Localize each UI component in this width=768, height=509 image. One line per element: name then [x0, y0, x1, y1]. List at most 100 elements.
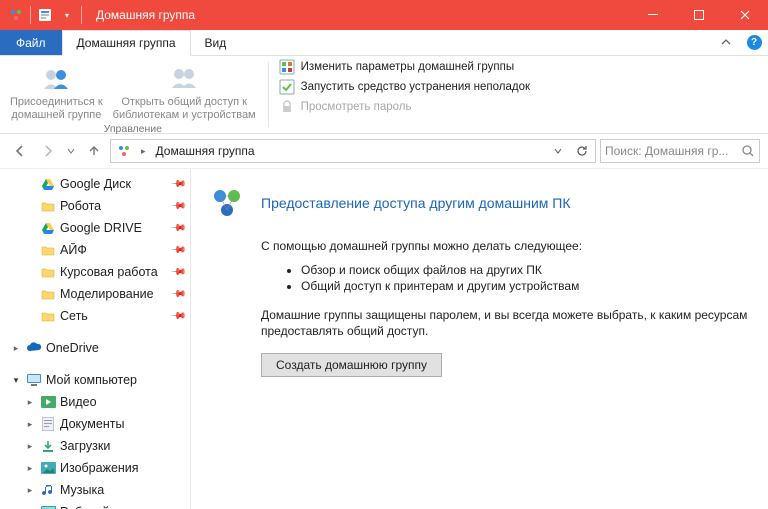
expander-icon[interactable]: ▸ [24, 396, 36, 408]
expander-icon[interactable]: ▾ [10, 374, 22, 386]
expander-icon[interactable]: ▸ [24, 418, 36, 430]
troubleshoot-label: Запустить средство устранения неполадок [301, 81, 530, 93]
share-libraries-icon [168, 62, 200, 94]
ribbon-group-manage: Присоединиться к домашней группе Открыть… [0, 56, 266, 133]
content-header: Предоставление доступа другим домашним П… [207, 183, 748, 223]
navigation-bar: ▸ Домашняя группа Поиск: Домашняя гр... [0, 134, 768, 168]
tree-item[interactable]: Google DRIVE📌 [0, 217, 190, 239]
ribbon: Присоединиться к домашней группе Открыть… [0, 56, 768, 134]
intro-text: С помощью домашней группы можно делать с… [261, 239, 748, 253]
tree-item[interactable]: Сеть📌 [0, 305, 190, 327]
homegroup-large-icon [207, 183, 247, 223]
gdrive-icon [40, 220, 56, 236]
breadcrumb[interactable]: Домашняя группа [152, 144, 259, 158]
qat-separator-2 [81, 6, 82, 24]
close-button[interactable] [722, 0, 768, 30]
tab-view[interactable]: Вид [191, 30, 241, 55]
pin-icon: 📌 [169, 176, 186, 193]
ribbon-group-actions: Изменить параметры домашней группы Запус… [271, 56, 538, 133]
tree-item[interactable]: ▸Документы [0, 413, 190, 435]
settings-icon [279, 59, 295, 75]
expander-icon[interactable]: ▸ [10, 342, 22, 354]
minimize-button[interactable] [630, 0, 676, 30]
password-icon [279, 99, 295, 115]
doc-icon [40, 416, 56, 432]
tree-item[interactable]: Google Диск📌 [0, 173, 190, 195]
history-dropdown[interactable] [64, 139, 78, 163]
tree-item[interactable]: ▸Рабочий стол [0, 501, 190, 509]
computer-icon [26, 372, 42, 388]
up-button[interactable] [82, 139, 106, 163]
tree-item[interactable]: ▸Видео [0, 391, 190, 413]
page-title: Предоставление доступа другим домашним П… [261, 195, 571, 211]
help-icon: ? [747, 35, 762, 50]
back-button[interactable] [8, 139, 32, 163]
address-bar[interactable]: ▸ Домашняя группа [110, 139, 596, 163]
join-homegroup-icon [40, 62, 72, 94]
pin-icon: 📌 [169, 220, 186, 237]
forward-button[interactable] [36, 139, 60, 163]
window-buttons [630, 0, 768, 30]
create-homegroup-button[interactable]: Создать домашнюю группу [261, 353, 442, 377]
maximize-button[interactable] [676, 0, 722, 30]
tree-item[interactable]: ▸Изображения [0, 457, 190, 479]
help-button[interactable]: ? [740, 30, 768, 55]
pin-icon: 📌 [169, 198, 186, 215]
tab-file[interactable]: Файл [0, 30, 62, 55]
folder-icon [40, 198, 56, 214]
pin-icon: 📌 [169, 264, 186, 281]
tree-item-computer[interactable]: ▾Мой компьютер [0, 369, 190, 391]
address-dropdown[interactable] [547, 140, 569, 162]
search-icon [741, 144, 755, 158]
tree-item[interactable]: Курсовая работа📌 [0, 261, 190, 283]
download-icon [40, 438, 56, 454]
breadcrumb-arrow[interactable]: ▸ [137, 146, 150, 157]
music-icon [40, 482, 56, 498]
qat-properties-icon[interactable] [37, 7, 53, 23]
expander-icon[interactable]: ▸ [24, 484, 36, 496]
troubleshoot-icon [279, 79, 295, 95]
ribbon-tabs: Файл Домашняя группа Вид ? [0, 30, 768, 56]
quick-access-toolbar: ▾ [0, 6, 90, 24]
pin-icon: 📌 [169, 308, 186, 325]
view-password-label: Просмотреть пароль [301, 101, 412, 113]
folder-icon [40, 242, 56, 258]
change-params-button[interactable]: Изменить параметры домашней группы [275, 58, 534, 76]
qat-separator [30, 6, 31, 24]
troubleshoot-button[interactable]: Запустить средство устранения неполадок [275, 78, 534, 96]
folder-icon [40, 264, 56, 280]
ribbon-collapse-button[interactable] [712, 30, 740, 55]
feature-list: Обзор и поиск общих файлов на других ПК … [301, 263, 748, 293]
ribbon-group-label: Управление [104, 123, 162, 135]
tree-item-onedrive[interactable]: ▸OneDrive [0, 337, 190, 359]
folder-icon [40, 286, 56, 302]
tree-item[interactable]: Моделирование📌 [0, 283, 190, 305]
body: Google Диск📌 Робота📌 Google DRIVE📌 АЙФ📌 … [0, 168, 768, 509]
join-homegroup-button[interactable]: Присоединиться к домашней группе [6, 60, 107, 123]
join-homegroup-label: Присоединиться к домашней группе [10, 96, 103, 121]
video-icon [40, 394, 56, 410]
refresh-button[interactable] [571, 140, 593, 162]
share-libraries-button[interactable]: Открыть общий доступ к библиотекам и уст… [109, 60, 260, 123]
content-pane: Предоставление доступа другим домашним П… [191, 169, 768, 509]
tree-item[interactable]: АЙФ📌 [0, 239, 190, 261]
tree-item[interactable]: Робота📌 [0, 195, 190, 217]
view-password-button: Просмотреть пароль [275, 98, 534, 116]
search-input[interactable]: Поиск: Домашняя гр... [600, 139, 760, 163]
note-text: Домашние группы защищены паролем, и вы в… [261, 307, 748, 339]
tree-item[interactable]: ▸Музыка [0, 479, 190, 501]
pin-icon: 📌 [169, 286, 186, 303]
expander-icon[interactable]: ▸ [24, 462, 36, 474]
tab-homegroup[interactable]: Домашняя группа [62, 30, 191, 56]
share-libraries-label: Открыть общий доступ к библиотекам и уст… [113, 96, 256, 121]
tree-item[interactable]: ▸Загрузки [0, 435, 190, 457]
ribbon-separator [268, 62, 269, 127]
navigation-tree[interactable]: Google Диск📌 Робота📌 Google DRIVE📌 АЙФ📌 … [0, 169, 190, 509]
onedrive-icon [26, 340, 42, 356]
desktop-icon [40, 504, 56, 509]
expander-icon[interactable]: ▸ [24, 440, 36, 452]
homegroup-icon [115, 142, 133, 160]
qat-dropdown-icon[interactable]: ▾ [59, 7, 75, 23]
list-item: Обзор и поиск общих файлов на других ПК [301, 263, 748, 277]
search-placeholder: Поиск: Домашняя гр... [605, 144, 741, 158]
